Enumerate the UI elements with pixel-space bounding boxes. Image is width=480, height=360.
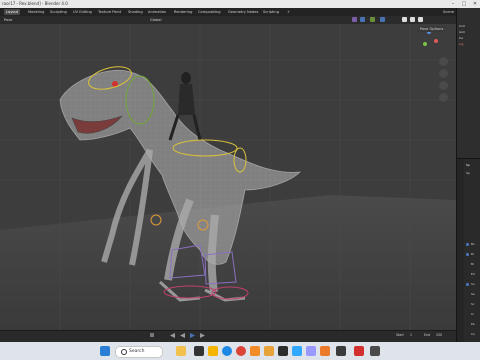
timeline-menu-icon[interactable] <box>150 333 154 337</box>
jump-end-icon[interactable] <box>200 333 205 338</box>
acrobat-icon[interactable] <box>354 346 364 356</box>
app-icon[interactable] <box>264 346 274 356</box>
app-icon[interactable] <box>370 346 380 356</box>
mode-selector[interactable]: Pose <box>2 17 14 23</box>
viewport-canvas <box>0 24 456 330</box>
outliner-row-collection[interactable]: Coll <box>459 24 465 28</box>
perspective-toggle-icon[interactable] <box>439 93 448 102</box>
hand-icon[interactable] <box>439 69 448 78</box>
prop-row-3[interactable]: Di <box>471 252 474 256</box>
window-titlebar: raor17 - Rex.blend] - Blender 4.0 – □ ✕ <box>0 0 480 8</box>
workspace-tabs: Layout Modeling Sculpting UV Editing Tex… <box>0 8 480 16</box>
start-frame-field[interactable]: 1 <box>410 333 412 337</box>
play-reverse-icon[interactable] <box>180 333 185 338</box>
play-icon[interactable] <box>190 333 195 338</box>
shading-rendered-icon[interactable] <box>418 17 423 22</box>
tab-sculpting[interactable]: Sculpting <box>48 9 69 15</box>
windows-taskbar: Search <box>0 342 480 360</box>
tab-modeling[interactable]: Modeling <box>26 9 46 15</box>
gizmo-toggle-icon[interactable] <box>370 17 375 22</box>
outliner-panel: Coll Arm Ca Lig <box>456 8 480 158</box>
end-label: End <box>424 333 431 337</box>
tab-uv-editing[interactable]: UV Editing <box>71 9 94 15</box>
tab-compositing[interactable]: Compositing <box>196 9 223 15</box>
3d-viewport[interactable]: Pose Options <box>0 24 456 342</box>
zoom-icon[interactable] <box>439 57 448 66</box>
edge-icon[interactable] <box>222 346 232 356</box>
overlay-toggle-icon[interactable] <box>380 17 385 22</box>
outliner-row-light[interactable]: Lig <box>459 42 463 46</box>
search-icon <box>121 349 127 355</box>
tab-scripting[interactable]: Scripting <box>261 9 281 15</box>
tab-layout[interactable]: Layout <box>4 9 21 15</box>
app-icon[interactable] <box>278 346 288 356</box>
jump-start-icon[interactable] <box>170 333 175 338</box>
app-icon[interactable] <box>250 346 260 356</box>
prop-row-1[interactable]: Sp <box>466 171 470 175</box>
prop-row-11[interactable]: Co <box>471 332 475 336</box>
file-explorer-icon[interactable] <box>208 346 218 356</box>
tab-geometry-nodes[interactable]: Geometry Nodes <box>226 9 260 15</box>
windows-start-icon[interactable] <box>100 346 110 356</box>
orientation-dropdown[interactable]: Global <box>148 17 163 23</box>
prop-row-4[interactable]: Bi <box>471 262 474 266</box>
tab-texture-paint[interactable]: Texture Paint <box>96 9 123 15</box>
nav-gizmo-icon[interactable] <box>418 29 440 51</box>
prop-row-10[interactable]: Pe <box>471 322 475 326</box>
overlay-color-icon[interactable] <box>352 17 357 22</box>
properties-header: Sp <box>466 163 470 167</box>
xray-icon[interactable] <box>360 17 365 22</box>
photoshop-icon[interactable] <box>292 346 302 356</box>
scene-selector[interactable]: Scene <box>441 9 456 15</box>
tab-shading[interactable]: Shading <box>126 9 145 15</box>
blender-icon[interactable] <box>320 346 330 356</box>
add-workspace-button[interactable]: + <box>285 9 292 15</box>
camera-icon[interactable] <box>439 81 448 90</box>
properties-tabs <box>457 159 464 343</box>
maximize-button[interactable]: □ <box>459 0 469 8</box>
outliner-row-armature[interactable]: Arm <box>459 30 465 34</box>
search-input[interactable]: Search <box>115 346 163 358</box>
tab-rendering[interactable]: Rendering <box>172 9 194 15</box>
shading-material-icon[interactable] <box>410 17 415 22</box>
end-frame-field[interactable]: 250 <box>436 333 442 337</box>
prop-row-6[interactable]: Su <box>471 282 475 286</box>
chrome-icon[interactable] <box>236 346 246 356</box>
outliner-row-camera[interactable]: Ca <box>459 36 463 40</box>
prop-row-8[interactable]: Sc <box>471 302 475 306</box>
properties-panel: Sp Sp Bo Di Bi Ed Su Se Sc In Pe Co <box>456 158 480 343</box>
viewport-header: Pose Global <box>0 16 456 24</box>
tab-animation[interactable]: Animation <box>146 9 168 15</box>
premiere-icon[interactable] <box>306 346 316 356</box>
widget-icon[interactable] <box>176 346 186 356</box>
start-label: Start <box>396 333 404 337</box>
gizmo-y-axis[interactable] <box>423 42 427 46</box>
prop-row-5[interactable]: Ed <box>471 272 475 276</box>
checkbox-icon[interactable] <box>466 253 469 256</box>
search-placeholder: Search <box>129 349 145 354</box>
task-view-icon[interactable] <box>194 346 204 356</box>
pose-options-dropdown[interactable]: Pose Options <box>418 26 446 32</box>
app-icon[interactable] <box>336 346 346 356</box>
prop-row-2[interactable]: Bo <box>471 242 475 246</box>
prop-row-7[interactable]: Se <box>471 292 475 296</box>
prop-row-9[interactable]: In <box>471 312 474 316</box>
minimize-button[interactable]: – <box>448 0 458 8</box>
shading-solid-icon[interactable] <box>402 17 407 22</box>
checkbox-icon[interactable] <box>466 243 469 246</box>
gizmo-x-axis[interactable] <box>434 39 438 43</box>
window-title: raor17 - Rex.blend] - Blender 4.0 <box>2 1 68 6</box>
close-button[interactable]: ✕ <box>470 0 480 8</box>
checkbox-icon[interactable] <box>466 283 469 286</box>
